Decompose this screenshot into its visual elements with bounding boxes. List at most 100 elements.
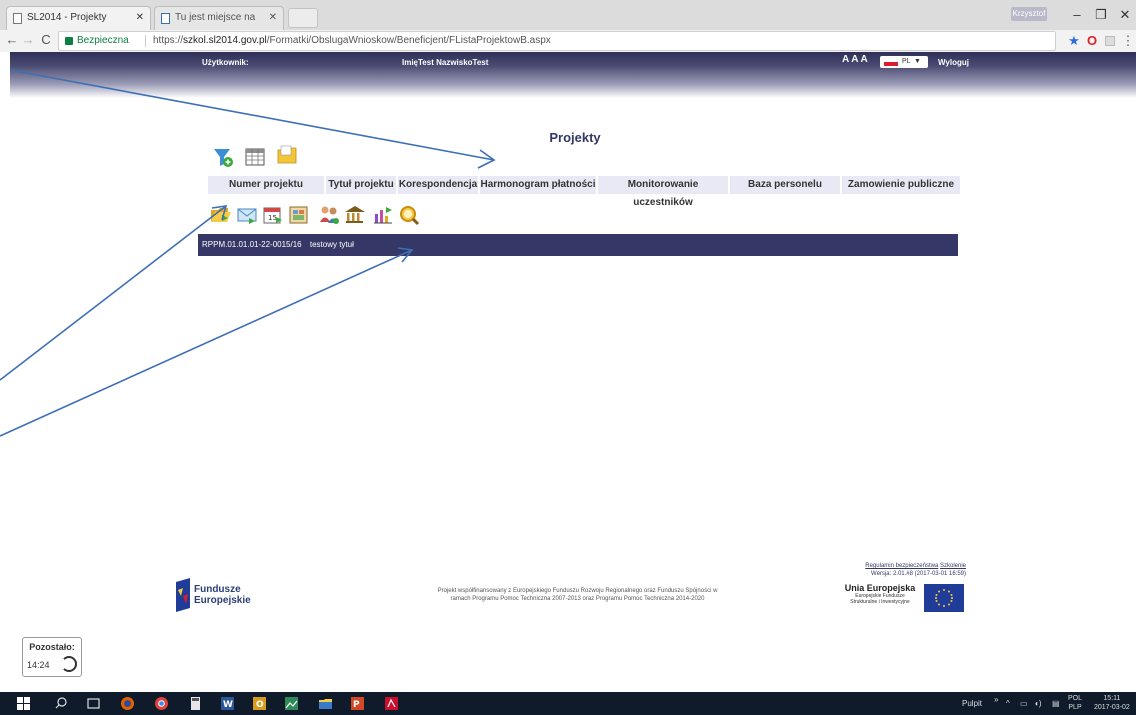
photos-icon[interactable] [284,696,299,711]
column-header[interactable]: Harmonogram płatności [480,176,596,194]
svg-text:15: 15 [268,214,277,222]
file-explorer-icon[interactable] [318,696,333,711]
cofund-line1: Projekt współfinansowany z Europejskiego… [437,588,718,594]
table-icon[interactable] [244,146,266,168]
envelope-icon[interactable] [236,204,258,226]
address-bar[interactable]: Bezpieczna https://szkol.sl2014.gov.pl/F… [58,31,1056,51]
close-icon[interactable]: ✕ [136,7,144,29]
svg-text:W: W [223,700,233,710]
page-icon [13,13,22,24]
chart-icon[interactable] [372,204,394,226]
clock-date: 2017-03-02 [1094,704,1130,711]
url-host: szkol.sl2014.gov.pl [183,35,267,46]
table-row[interactable]: RPPM.01.01.01-22-0015/16 testowy tytuł [198,234,958,256]
clock-time: 15:11 [1103,695,1121,702]
session-label: Pozostało: [29,642,75,652]
minimize-button[interactable]: – [1068,6,1086,24]
eu-title: Unia Europejska [844,583,916,593]
column-header[interactable]: Zamowienie publiczne [842,176,960,194]
url-path: /Formatki/ObslugaWnioskow/Beneficjent/FL… [266,35,551,46]
fe-logo-text: Fundusze Europejskie [194,584,251,606]
close-window-button[interactable]: ✕ [1116,6,1134,24]
new-tab-button[interactable] [288,8,318,28]
filter-add-icon[interactable] [212,146,234,168]
star-icon[interactable]: ★ [1066,33,1082,49]
pdf-icon[interactable] [384,696,399,711]
search-icon[interactable] [54,696,69,711]
notification-icon[interactable]: ▤ [1052,692,1060,715]
project-number[interactable]: RPPM.01.01.01-22-0015/16 [202,240,302,249]
fe-line1: Fundusze [194,584,241,595]
menu-icon[interactable]: ⋮ [1120,33,1136,49]
session-time: 14:24 [27,660,50,670]
reload-button[interactable]: C [38,32,54,48]
tab-inactive[interactable]: Tu jest miejsce na logotyj ✕ [154,6,284,45]
column-header[interactable]: Tytuł projektu [326,176,396,194]
url-text[interactable]: https://szkol.sl2014.gov.pl/Formatki/Obs… [153,32,551,50]
taskbar: W O P Pulpit » ^ ▭ ◖) ▤ POL PLP 15:11 20… [0,692,1136,715]
close-icon[interactable]: ✕ [269,7,277,29]
user-name: ImięTest NazwiskoTest [402,58,489,67]
task-view-icon[interactable] [86,696,101,711]
svg-text:P: P [353,700,360,710]
address-row: ← → C Bezpieczna https://szkol.sl2014.go… [0,30,1136,52]
column-header[interactable]: Numer projektu [208,176,324,194]
fe-line2: Europejskie [194,595,251,606]
profile-chip[interactable]: Krzysztof [1011,7,1047,21]
network-icon[interactable]: ▭ [1020,692,1028,715]
eu-label: Unia Europejska Europejskie Fundusze Str… [840,583,920,605]
participants-icon[interactable] [318,204,340,226]
font-size-toggle[interactable]: A A A [842,54,868,65]
folder-open-icon[interactable] [210,204,232,226]
forward-button[interactable]: → [20,32,36,48]
chevron-down-icon: ▼ [914,58,921,65]
arrow-head [477,149,496,169]
clock[interactable]: 15:11 2017-03-02 [1094,694,1130,712]
schedule-icon[interactable] [288,204,310,226]
secure-label: Bezpieczna [77,35,129,46]
project-title[interactable]: testowy tytuł [310,240,354,249]
column-header[interactable]: Baza personelu [730,176,840,194]
desktop-label[interactable]: Pulpit [962,692,982,715]
cofund-line2: ramach Programu Pomoc Techniczna 2007-20… [450,596,705,602]
input-language[interactable]: POL PLP [1068,694,1082,712]
opera-icon[interactable]: O [1084,33,1100,49]
security-regulations-link[interactable]: Regulamin bezpieczeństwa [865,563,938,569]
folder-icon[interactable] [276,144,298,166]
chrome-icon[interactable] [154,696,169,711]
page-title: Projekty [549,130,601,145]
volume-icon[interactable]: ◖) [1034,692,1042,715]
language-select[interactable]: PL ▼ [880,56,928,68]
calculator-icon[interactable] [188,696,203,711]
word-icon[interactable]: W [220,696,235,711]
onenote-icon[interactable]: O [252,696,267,711]
firefox-icon[interactable] [120,696,135,711]
training-link[interactable]: Szkolenie [940,563,966,569]
column-header[interactable]: Monitorowanie uczestników [598,176,728,208]
arrow-line [0,205,227,381]
search-icon[interactable] [398,204,420,226]
column-header[interactable]: Korespondencja [398,176,478,194]
extension-icon[interactable] [1102,33,1118,49]
refresh-icon[interactable] [61,656,77,672]
maximize-button[interactable]: ❐ [1092,6,1110,24]
language-code: PL [902,58,911,65]
annotation-arrows [0,69,496,437]
powerpoint-icon[interactable]: P [350,696,365,711]
bank-icon[interactable] [344,204,366,226]
tray-up-icon[interactable]: ^ [1006,692,1010,715]
pl-flag-icon [884,62,898,66]
back-button[interactable]: ← [4,32,20,48]
eu-sub2: Strukturalne i Inwestycyjne [850,599,910,605]
eu-flag-icon [924,584,964,612]
url-scheme: https:// [153,35,184,46]
calendar-icon[interactable]: 15 [262,204,284,226]
lang-line2: PLP [1068,704,1082,711]
windows-start-icon[interactable] [16,696,31,711]
version-label: Wersja: 2.01.#8 (2017-03-01 16:59) [871,571,966,577]
logout-link[interactable]: Wyloguj [938,58,969,67]
chevron-icon[interactable]: » [994,688,998,711]
session-timer: Pozostało: 14:24 [22,637,82,677]
tab-active[interactable]: SL2014 - Projekty ✕ [6,6,151,30]
footer-links: Regulamin bezpieczeństwa Szkolenie Wersj… [816,562,966,578]
